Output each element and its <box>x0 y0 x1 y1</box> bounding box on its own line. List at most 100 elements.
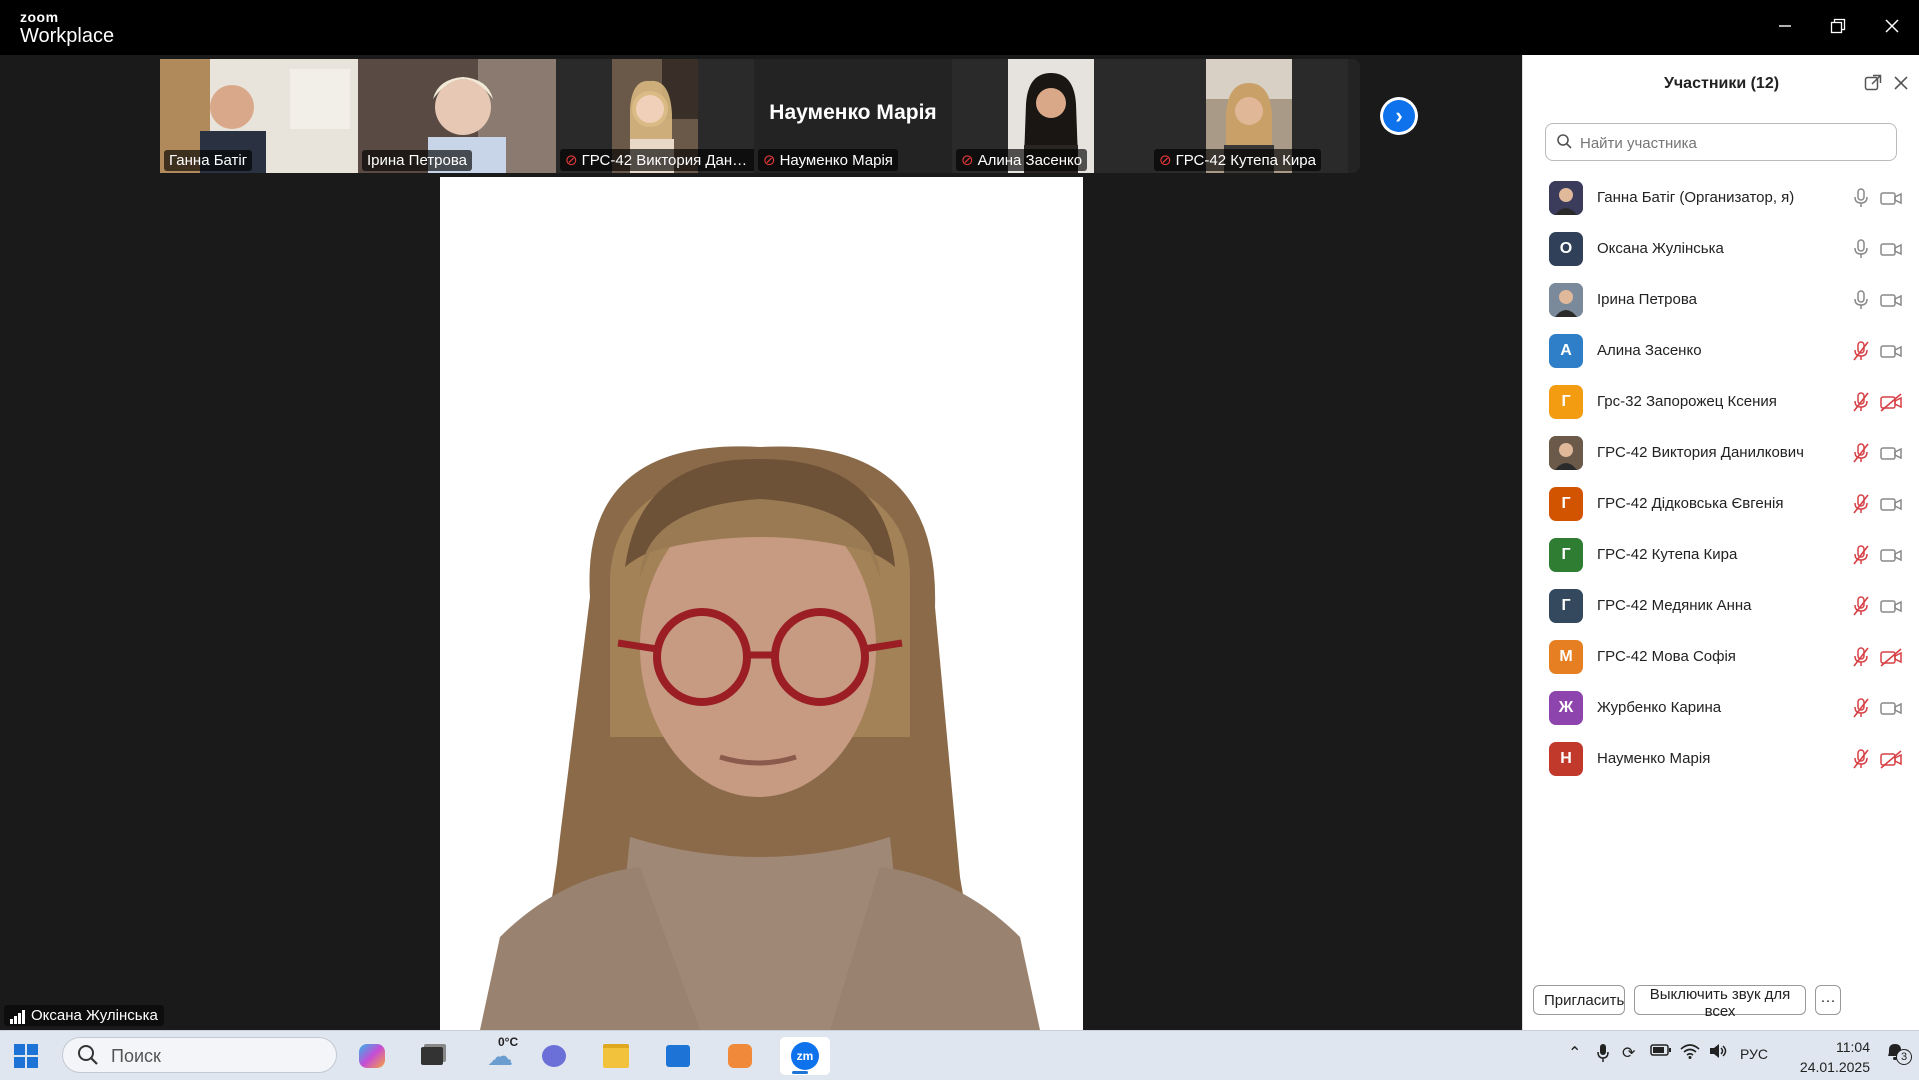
logo-big-text: Workplace <box>20 25 115 47</box>
close-window-button[interactable] <box>1872 8 1912 44</box>
participant-row[interactable]: ГРС-42 Виктория Данилкович <box>1523 428 1919 479</box>
video-tile[interactable]: ⊘ Алина Засенко <box>952 59 1150 173</box>
participant-row[interactable]: О Оксана Жулінська <box>1523 224 1919 275</box>
mic-muted-icon[interactable] <box>1851 747 1871 771</box>
tile-name-label: ⊘ ГРС-42 Кутепа Кира <box>1154 149 1321 171</box>
camera-icon[interactable] <box>1879 187 1903 209</box>
mic-muted-icon[interactable] <box>1851 339 1871 363</box>
minimize-icon <box>1779 25 1791 27</box>
avatar-initial: Г <box>1561 546 1571 563</box>
video-tile[interactable]: ⊘ ГРС-42 Кутепа Кира <box>1150 59 1348 173</box>
video-tile[interactable]: Ірина Петрова <box>358 59 556 173</box>
more-options-button[interactable]: ··· <box>1815 985 1841 1015</box>
camera-icon[interactable] <box>1879 697 1903 719</box>
camera-off-icon[interactable] <box>1879 646 1903 668</box>
mute-all-button[interactable]: Выключить звук для всех <box>1634 985 1806 1020</box>
participant-row[interactable]: Н Науменко Марія <box>1523 734 1919 785</box>
avatar: Г <box>1549 385 1583 419</box>
copilot-app[interactable] <box>352 1037 392 1075</box>
chat-icon <box>542 1045 566 1067</box>
search-icon <box>1557 134 1572 149</box>
mic-muted-icon: ⊘ <box>763 152 776 169</box>
store-app[interactable] <box>658 1037 698 1075</box>
camera-icon[interactable] <box>1879 340 1903 362</box>
start-button[interactable] <box>14 1044 38 1068</box>
camera-icon[interactable] <box>1879 544 1903 566</box>
wifi-icon[interactable] <box>1680 1043 1700 1064</box>
camera-icon[interactable] <box>1879 238 1903 260</box>
file-explorer-app[interactable] <box>596 1037 636 1075</box>
mic-icon[interactable] <box>1851 237 1871 261</box>
video-tile[interactable]: Науменко Марія ⊘ Науменко Марія <box>754 59 952 173</box>
mic-muted-icon[interactable] <box>1851 645 1871 669</box>
mic-muted-icon[interactable] <box>1851 696 1871 720</box>
participant-search[interactable] <box>1545 123 1897 161</box>
mic-muted-icon[interactable] <box>1851 594 1871 618</box>
avatar: Г <box>1549 538 1583 572</box>
zoom-app[interactable]: zm <box>780 1037 830 1075</box>
close-icon <box>1885 19 1899 33</box>
mic-muted-icon: ⊘ <box>961 152 974 169</box>
folder-icon <box>603 1044 629 1068</box>
camera-icon[interactable] <box>1879 442 1903 464</box>
invite-button[interactable]: Пригласить <box>1533 985 1625 1015</box>
teams-app[interactable] <box>534 1037 574 1075</box>
chevron-up-icon[interactable]: ⌃ <box>1568 1043 1581 1063</box>
camera-off-icon[interactable] <box>1879 391 1903 413</box>
video-tile[interactable]: ⊘ГРС-42 Виктория Даниилкович <box>556 59 754 173</box>
weather-widget[interactable]: ☁ 0°C <box>472 1035 528 1075</box>
store-icon <box>666 1045 690 1067</box>
mic-muted-icon[interactable] <box>1851 492 1871 516</box>
microphone-icon[interactable] <box>1596 1043 1610 1068</box>
participant-name: Ірина Петрова <box>1597 291 1698 308</box>
participant-row[interactable]: Г Грс-32 Запорожец Ксения <box>1523 377 1919 428</box>
clock[interactable]: 11:04 24.01.2025 <box>1790 1037 1870 1077</box>
taskbar-search[interactable]: Поиск <box>62 1037 337 1073</box>
participant-row[interactable]: Г ГРС-42 Кутепа Кира <box>1523 530 1919 581</box>
popout-button[interactable] <box>1861 71 1885 95</box>
participant-name: ГРС-42 Медяник Анна <box>1597 597 1752 614</box>
signal-strength-icon <box>10 1007 26 1024</box>
minimize-button[interactable] <box>1765 8 1805 44</box>
avatar-initial: Г <box>1561 495 1571 512</box>
participant-row[interactable]: Ганна Батіг (Организатор, я) <box>1523 173 1919 224</box>
pen-app[interactable] <box>720 1037 760 1075</box>
battery-icon[interactable] <box>1650 1043 1672 1062</box>
camera-icon[interactable] <box>1879 289 1903 311</box>
mic-muted-icon[interactable] <box>1851 543 1871 567</box>
camera-icon[interactable] <box>1879 595 1903 617</box>
active-speaker-video <box>440 177 1083 1030</box>
mic-muted-icon[interactable] <box>1851 441 1871 465</box>
participant-row[interactable]: М ГРС-42 Мова Софія <box>1523 632 1919 683</box>
search-input[interactable] <box>1578 128 1882 158</box>
language-indicator[interactable]: РУС <box>1740 1046 1768 1062</box>
avatar <box>1549 436 1583 470</box>
participant-name: ГРС-42 Виктория Данилкович <box>1597 444 1804 461</box>
mic-icon[interactable] <box>1851 186 1871 210</box>
participant-row[interactable]: А Алина Засенко <box>1523 326 1919 377</box>
mic-muted-icon[interactable] <box>1851 390 1871 414</box>
active-speaker-label: Оксана Жулінська <box>4 1005 164 1026</box>
avatar-initial: Н <box>1560 750 1572 767</box>
participant-name: ГРС-42 Мова Софія <box>1597 648 1736 665</box>
avatar-initial: А <box>1560 342 1572 359</box>
sync-icon[interactable]: ⟳ <box>1622 1043 1635 1063</box>
participant-row[interactable]: Ірина Петрова <box>1523 275 1919 326</box>
camera-icon[interactable] <box>1879 493 1903 515</box>
participant-row[interactable]: Г ГРС-42 Медяник Анна <box>1523 581 1919 632</box>
avatar-initial: Г <box>1561 393 1571 410</box>
close-panel-button[interactable] <box>1889 71 1913 95</box>
search-icon <box>78 1045 98 1065</box>
participant-row[interactable]: Ж Журбенко Карина <box>1523 683 1919 734</box>
restore-button[interactable] <box>1818 8 1858 44</box>
participant-row[interactable]: Г ГРС-42 Дідковська Євгенія <box>1523 479 1919 530</box>
notifications-button[interactable]: 3 <box>1884 1041 1912 1068</box>
video-tile[interactable]: Ганна Батіг <box>160 59 358 173</box>
task-view-app[interactable] <box>412 1037 452 1075</box>
camera-off-icon[interactable] <box>1879 748 1903 770</box>
participant-name: Оксана Жулінська <box>1597 240 1724 257</box>
mic-icon[interactable] <box>1851 288 1871 312</box>
volume-icon[interactable] <box>1708 1043 1728 1064</box>
next-page-button[interactable]: › <box>1380 97 1418 135</box>
notification-count: 3 <box>1896 1049 1912 1065</box>
